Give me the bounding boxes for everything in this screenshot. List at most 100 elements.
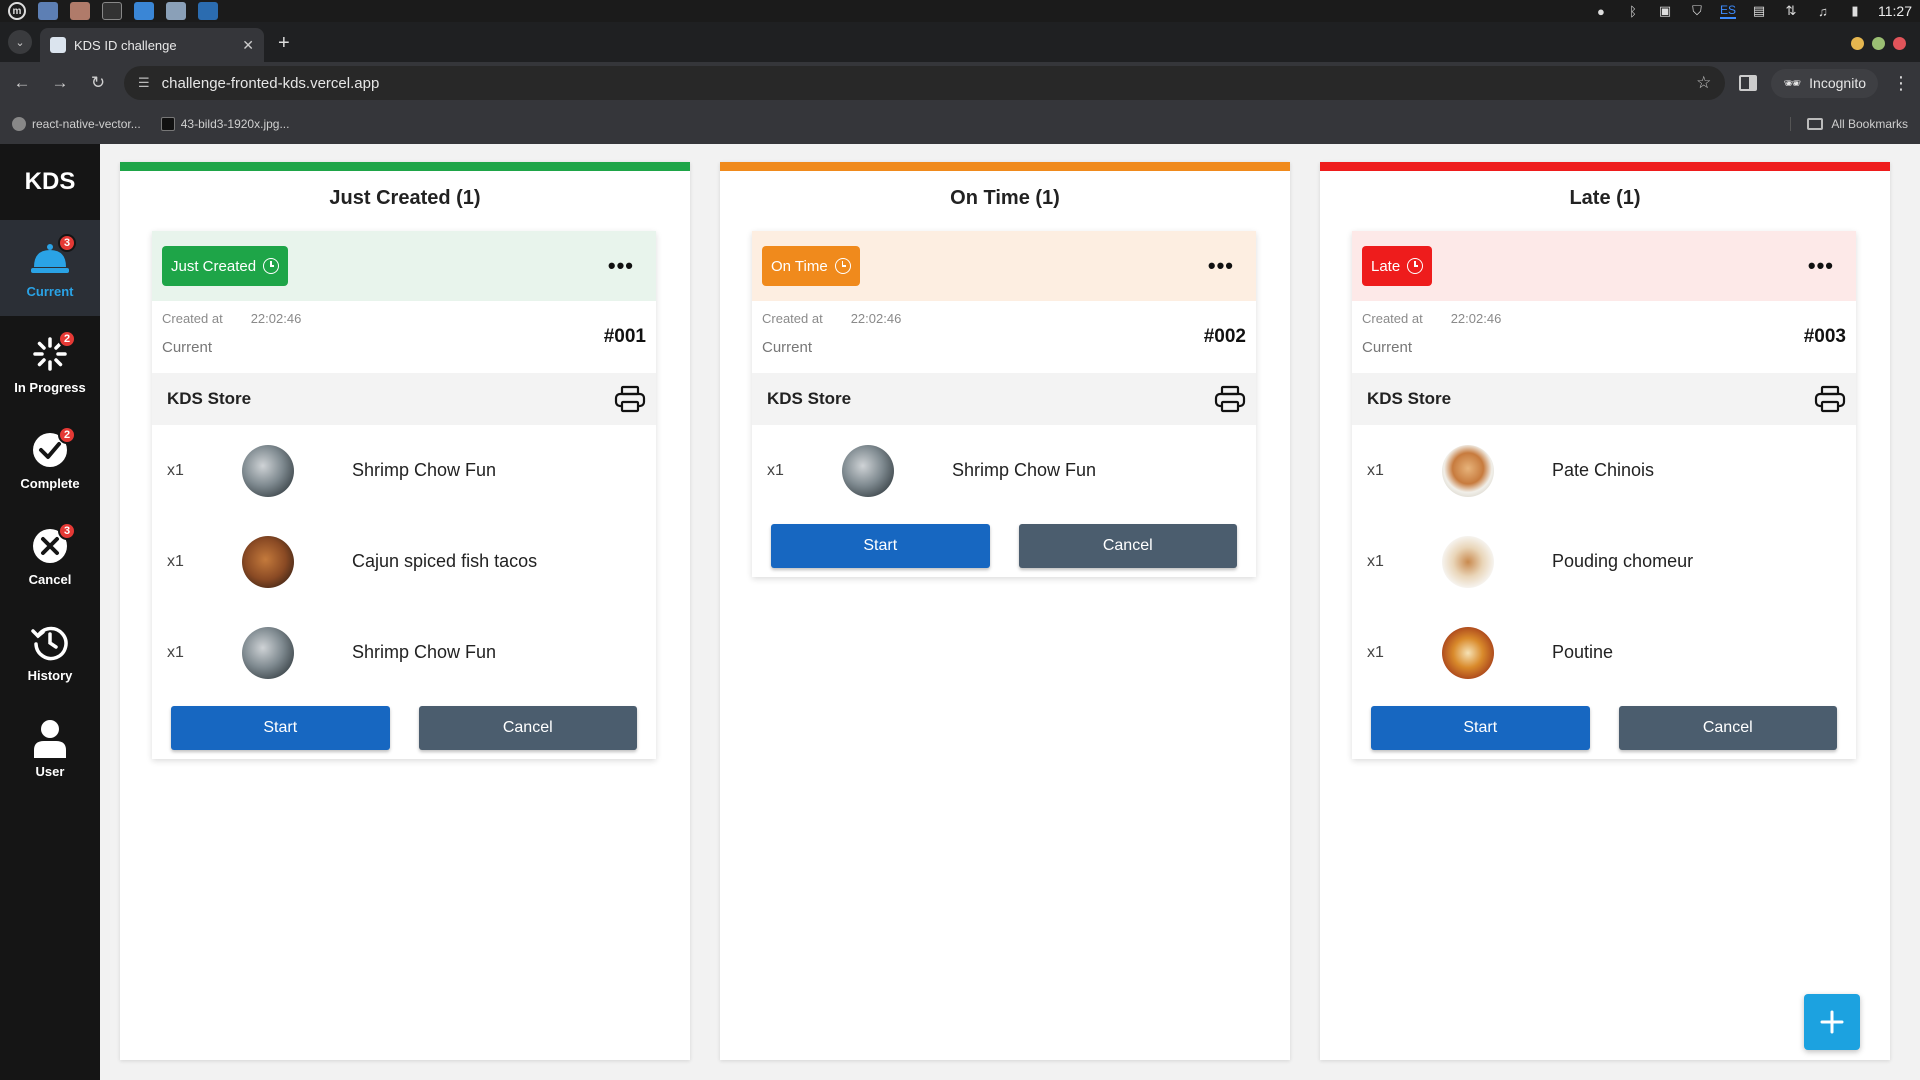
status-label: Late xyxy=(1371,257,1401,275)
more-options-icon[interactable]: ••• xyxy=(1208,253,1234,279)
forward-icon[interactable]: → xyxy=(48,71,72,95)
order-state: Current xyxy=(1362,339,1413,356)
item-qty: x1 xyxy=(1367,552,1384,570)
all-bookmarks-label: All Bookmarks xyxy=(1831,117,1908,131)
tab-close-icon[interactable]: ✕ xyxy=(242,37,254,54)
item-qty: x1 xyxy=(1367,461,1384,479)
sound-icon[interactable]: ♫ xyxy=(1814,3,1832,19)
sidebar-item-complete[interactable]: 2 Complete xyxy=(0,412,100,508)
badge-cancel: 3 xyxy=(58,521,76,540)
vscode-icon[interactable] xyxy=(198,2,218,20)
browser-tab[interactable]: KDS ID challenge ✕ xyxy=(40,28,264,62)
card-meta: Created at 22:02:46 Current #003 xyxy=(1352,301,1856,373)
terminal-icon[interactable] xyxy=(102,2,122,20)
sidebar-item-in-progress[interactable]: 2 In Progress xyxy=(0,316,100,412)
tab-search-icon[interactable]: ⌄ xyxy=(8,30,32,54)
store-row: KDS Store xyxy=(152,373,656,425)
image-viewer-icon[interactable] xyxy=(166,2,186,20)
app-launcher-icon[interactable] xyxy=(70,2,90,20)
tab-favicon-icon xyxy=(50,37,66,53)
clipboard-icon[interactable]: ▣ xyxy=(1656,3,1674,19)
battery-icon[interactable]: ▮ xyxy=(1846,3,1864,19)
dish-image xyxy=(242,626,294,679)
store-row: KDS Store xyxy=(1352,373,1856,425)
add-order-button[interactable] xyxy=(1804,994,1860,1050)
created-time: 22:02:46 xyxy=(850,311,902,326)
reload-icon[interactable]: ↻ xyxy=(86,71,110,95)
clock-icon xyxy=(263,258,280,274)
dish-image xyxy=(1442,444,1494,497)
item-qty: x1 xyxy=(1367,643,1384,661)
column-on-time: On Time (1) On Time ••• Created at 22:02… xyxy=(720,162,1290,1060)
shield-icon[interactable]: ⛉ xyxy=(1688,3,1706,19)
item-qty: x1 xyxy=(167,552,184,570)
start-button[interactable]: Start xyxy=(771,524,990,568)
back-icon[interactable]: ← xyxy=(10,71,34,95)
os-menu-icon[interactable]: m xyxy=(8,2,26,20)
list-item: x1 Poutine xyxy=(1352,607,1856,698)
history-icon xyxy=(30,622,70,662)
order-number: #002 xyxy=(1203,326,1246,347)
side-panel-icon[interactable] xyxy=(1739,75,1758,91)
cancel-button[interactable]: Cancel xyxy=(1618,706,1837,750)
column-late: Late (1) Late ••• Created at 22:02:46 Cu… xyxy=(1320,162,1890,1060)
browser-toolbar: ← → ↻ ☰ challenge-fronted-kds.vercel.app… xyxy=(0,62,1920,104)
item-name: Shrimp Chow Fun xyxy=(952,460,1097,480)
maximize-button[interactable] xyxy=(1872,37,1885,50)
sidebar-item-label: History xyxy=(27,667,73,683)
sidebar-item-history[interactable]: History xyxy=(0,604,100,700)
minimize-button[interactable] xyxy=(1851,37,1864,50)
more-options-icon[interactable]: ••• xyxy=(608,253,634,279)
bookmark-favicon-icon xyxy=(12,117,26,131)
start-button[interactable]: Start xyxy=(1371,706,1590,750)
cancel-button[interactable]: Cancel xyxy=(418,706,637,750)
bookmark-star-icon[interactable]: ☆ xyxy=(1696,73,1711,93)
url-text[interactable]: challenge-fronted-kds.vercel.app xyxy=(162,75,1684,92)
start-button[interactable]: Start xyxy=(171,706,390,750)
sidebar-item-user[interactable]: User xyxy=(0,700,100,796)
status-label: Just Created xyxy=(171,257,257,275)
cancel-button[interactable]: Cancel xyxy=(1018,524,1237,568)
keyboard-layout[interactable]: ES xyxy=(1719,3,1736,19)
card-actions: Start Cancel xyxy=(152,698,656,759)
browser-menu-icon[interactable]: ⋮ xyxy=(1892,73,1910,94)
address-bar[interactable]: ☰ challenge-fronted-kds.vercel.app ☆ xyxy=(124,66,1726,100)
bookmark-item[interactable]: react-native-vector... xyxy=(12,117,141,131)
order-card: Late ••• Created at 22:02:46 Current #00… xyxy=(1352,231,1856,759)
network-icon[interactable]: ⇅ xyxy=(1782,3,1800,19)
bluetooth-icon[interactable]: ᛒ xyxy=(1624,3,1642,19)
chrome-tray-icon[interactable]: ● xyxy=(1592,3,1610,19)
item-name: Shrimp Chow Fun xyxy=(352,460,497,480)
column-just-created: Just Created (1) Just Created ••• Create… xyxy=(120,162,690,1060)
status-badge: Just Created xyxy=(162,246,289,286)
os-clock[interactable]: 11:27 xyxy=(1878,3,1912,19)
flag-icon[interactable]: ▤ xyxy=(1750,3,1768,19)
chrome-window-icon[interactable] xyxy=(134,2,154,20)
card-meta: Created at 22:02:46 Current #001 xyxy=(152,301,656,373)
bookmarks-bar: react-native-vector... 43-bild3-1920x.jp… xyxy=(0,104,1920,144)
sidebar-item-current[interactable]: 3 Current xyxy=(0,220,100,316)
app-brand: KDS xyxy=(24,168,76,195)
printer-icon[interactable] xyxy=(1814,385,1846,413)
incognito-indicator[interactable]: 🕶 Incognito xyxy=(1771,68,1878,98)
printer-icon[interactable] xyxy=(1214,385,1246,413)
sidebar-item-cancel[interactable]: 3 Cancel xyxy=(0,508,100,604)
order-number: #003 xyxy=(1803,326,1846,347)
spinner-icon: 2 xyxy=(30,329,76,374)
store-row: KDS Store xyxy=(752,373,1256,425)
card-actions: Start Cancel xyxy=(1352,698,1856,759)
more-options-icon[interactable]: ••• xyxy=(1808,253,1834,279)
printer-icon[interactable] xyxy=(614,385,646,413)
bookmark-item[interactable]: 43-bild3-1920x.jpg... xyxy=(160,117,289,131)
file-manager-icon[interactable] xyxy=(38,2,58,20)
list-item: x1 Shrimp Chow Fun xyxy=(152,425,656,516)
site-settings-icon[interactable]: ☰ xyxy=(138,75,150,91)
order-card: Just Created ••• Created at 22:02:46 Cur… xyxy=(152,231,656,759)
all-bookmarks[interactable]: All Bookmarks xyxy=(1790,117,1908,131)
check-circle-icon: 2 xyxy=(30,425,76,470)
new-tab-icon[interactable]: + xyxy=(278,32,290,55)
close-window-button[interactable] xyxy=(1893,37,1906,50)
store-name: KDS Store xyxy=(1367,389,1452,408)
item-name: Pouding chomeur xyxy=(1552,551,1694,571)
status-label: On Time xyxy=(771,257,828,275)
